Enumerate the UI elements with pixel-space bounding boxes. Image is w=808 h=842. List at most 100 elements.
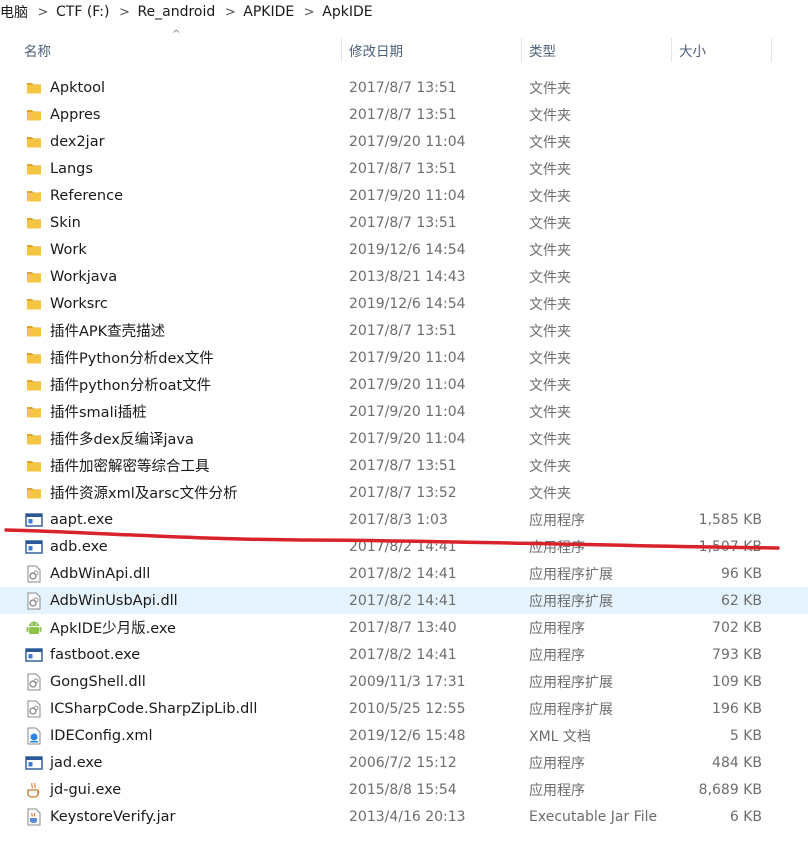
file-type: 应用程序	[529, 782, 585, 799]
file-row[interactable]: jd-gui.exe 2015/8/8 15:54 应用程序 8,689 KB	[0, 776, 808, 803]
file-type: 文件夹	[529, 161, 571, 178]
column-size-label: 大小	[679, 44, 706, 60]
file-name[interactable]: ICSharpCode.SharpZipLib.dll	[50, 695, 257, 722]
file-name[interactable]: Worksrc	[50, 290, 108, 317]
column-size-header[interactable]: 大小	[679, 34, 706, 66]
file-list: Apktool 2017/8/7 13:51 文件夹 Appres 2017/8/7 1…	[0, 74, 808, 830]
file-row[interactable]: AdbWinUsbApi.dll 2017/8/2 14:41 应用程序扩展 62 K…	[0, 587, 808, 614]
file-date: 2017/8/7 13:51	[349, 160, 457, 177]
file-name[interactable]: Workjava	[50, 263, 117, 290]
jar-icon	[24, 803, 44, 830]
file-name[interactable]: aapt.exe	[50, 506, 113, 533]
file-type: 文件夹	[529, 215, 571, 232]
file-name[interactable]: 插件python分析oat文件	[50, 371, 211, 398]
file-row[interactable]: ICSharpCode.SharpZipLib.dll 2010/5/25 12:…	[0, 695, 808, 722]
file-date: 2017/8/7 13:52	[349, 484, 457, 501]
file-name[interactable]: 插件Python分析dex文件	[50, 344, 214, 371]
breadcrumb-item[interactable]: ApkIDE	[322, 4, 374, 20]
file-row[interactable]: Langs 2017/8/7 13:51 文件夹	[0, 155, 808, 182]
file-date: 2015/8/8 15:54	[349, 781, 457, 798]
file-row[interactable]: fastboot.exe 2017/8/2 14:41 应用程序 793 KB	[0, 641, 808, 668]
file-row[interactable]: Reference 2017/9/20 11:04 文件夹	[0, 182, 808, 209]
file-type: 应用程序	[529, 512, 585, 529]
file-row[interactable]: Appres 2017/8/7 13:51 文件夹	[0, 101, 808, 128]
file-name[interactable]: 插件加密解密等综合工具	[50, 452, 210, 479]
breadcrumb-item[interactable]: APKIDE	[243, 4, 296, 20]
file-row[interactable]: ApkIDE少月版.exe 2017/8/7 13:40 应用程序 702 KB	[0, 614, 808, 641]
file-name[interactable]: ApkIDE少月版.exe	[50, 614, 176, 641]
column-divider[interactable]	[341, 38, 342, 62]
breadcrumb-separator-icon[interactable]: >	[111, 5, 137, 20]
file-name[interactable]: Apktool	[50, 74, 105, 101]
file-name[interactable]: 插件多dex反编译java	[50, 425, 194, 452]
file-row[interactable]: AdbWinApi.dll 2017/8/2 14:41 应用程序扩展 96 KB	[0, 560, 808, 587]
file-date: 2019/12/6 15:48	[349, 727, 466, 744]
file-name[interactable]: Reference	[50, 182, 123, 209]
file-row[interactable]: Skin 2017/8/7 13:51 文件夹	[0, 209, 808, 236]
column-divider[interactable]	[671, 38, 672, 62]
file-type: 文件夹	[529, 107, 571, 124]
file-name[interactable]: fastboot.exe	[50, 641, 140, 668]
file-row[interactable]: KeystoreVerify.jar 2013/4/16 20:13 Executa…	[0, 803, 808, 830]
column-name-label: 名称	[24, 44, 51, 60]
file-date: 2017/8/3 1:03	[349, 511, 448, 528]
breadcrumb-item[interactable]: CTF (F:)	[56, 4, 111, 20]
column-header: 名称 修改日期 类型 大小	[0, 34, 808, 66]
breadcrumb-item[interactable]: 电脑	[0, 2, 30, 22]
breadcrumb-separator-icon[interactable]: >	[217, 5, 243, 20]
column-divider[interactable]	[521, 38, 522, 62]
file-row[interactable]: jad.exe 2006/7/2 15:12 应用程序 484 KB	[0, 749, 808, 776]
file-row[interactable]: 插件多dex反编译java 2017/9/20 11:04 文件夹	[0, 425, 808, 452]
file-date: 2019/12/6 14:54	[349, 241, 466, 258]
file-name[interactable]: Langs	[50, 155, 93, 182]
file-row[interactable]: 插件资源xml及arsc文件分析 2017/8/7 13:52 文件夹	[0, 479, 808, 506]
file-date: 2017/9/20 11:04	[349, 430, 466, 447]
file-date: 2017/8/2 14:41	[349, 565, 457, 582]
column-type-header[interactable]: 类型	[529, 34, 556, 66]
file-name[interactable]: IDEConfig.xml	[50, 722, 152, 749]
folder-icon	[24, 101, 44, 128]
file-name[interactable]: jd-gui.exe	[50, 776, 121, 803]
file-row[interactable]: 插件Python分析dex文件 2017/9/20 11:04 文件夹	[0, 344, 808, 371]
column-divider[interactable]	[771, 38, 772, 62]
file-row[interactable]: dex2jar 2017/9/20 11:04 文件夹	[0, 128, 808, 155]
file-type: 文件夹	[529, 377, 571, 394]
file-name[interactable]: dex2jar	[50, 128, 105, 155]
file-date: 2017/9/20 11:04	[349, 376, 466, 393]
file-name[interactable]: GongShell.dll	[50, 668, 146, 695]
file-size: 8,689 KB	[698, 781, 762, 798]
file-row[interactable]: IDEConfig.xml 2019/12/6 15:48 XML 文档 5 KB	[0, 722, 808, 749]
file-row[interactable]: 插件python分析oat文件 2017/9/20 11:04 文件夹	[0, 371, 808, 398]
file-name[interactable]: 插件smali插桩	[50, 398, 147, 425]
file-name[interactable]: 插件APK查壳描述	[50, 317, 165, 344]
column-name-header[interactable]: 名称	[24, 34, 51, 66]
file-row[interactable]: Apktool 2017/8/7 13:51 文件夹	[0, 74, 808, 101]
breadcrumb-separator-icon[interactable]: >	[30, 5, 56, 20]
file-row[interactable]: 插件加密解密等综合工具 2017/8/7 13:51 文件夹	[0, 452, 808, 479]
file-date: 2013/8/21 14:43	[349, 268, 466, 285]
file-row[interactable]: Workjava 2013/8/21 14:43 文件夹	[0, 263, 808, 290]
file-row[interactable]: Worksrc 2019/12/6 14:54 文件夹	[0, 290, 808, 317]
breadcrumb-item[interactable]: Re_android	[137, 4, 217, 20]
file-name[interactable]: AdbWinUsbApi.dll	[50, 587, 178, 614]
file-row[interactable]: Work 2019/12/6 14:54 文件夹	[0, 236, 808, 263]
file-row[interactable]: GongShell.dll 2009/11/3 17:31 应用程序扩展 109 KB	[0, 668, 808, 695]
file-name[interactable]: 插件资源xml及arsc文件分析	[50, 479, 238, 506]
file-name[interactable]: Appres	[50, 101, 100, 128]
file-name[interactable]: Work	[50, 236, 87, 263]
file-row[interactable]: aapt.exe 2017/8/3 1:03 应用程序 1,585 KB	[0, 506, 808, 533]
dll-icon	[24, 695, 44, 722]
file-name[interactable]: KeystoreVerify.jar	[50, 803, 176, 830]
file-name[interactable]: Skin	[50, 209, 81, 236]
column-date-header[interactable]: 修改日期	[349, 34, 403, 66]
file-row[interactable]: 插件APK查壳描述 2017/8/7 13:51 文件夹	[0, 317, 808, 344]
folder-icon	[24, 479, 44, 506]
file-row[interactable]: 插件smali插桩 2017/9/20 11:04 文件夹	[0, 398, 808, 425]
file-size: 793 KB	[712, 646, 762, 663]
file-name[interactable]: AdbWinApi.dll	[50, 560, 150, 587]
file-name[interactable]: adb.exe	[50, 533, 108, 560]
file-type: 文件夹	[529, 269, 571, 286]
file-name[interactable]: jad.exe	[50, 749, 102, 776]
breadcrumb-separator-icon[interactable]: >	[296, 5, 322, 20]
file-row[interactable]: adb.exe 2017/8/2 14:41 应用程序 1,507 KB	[0, 533, 808, 560]
